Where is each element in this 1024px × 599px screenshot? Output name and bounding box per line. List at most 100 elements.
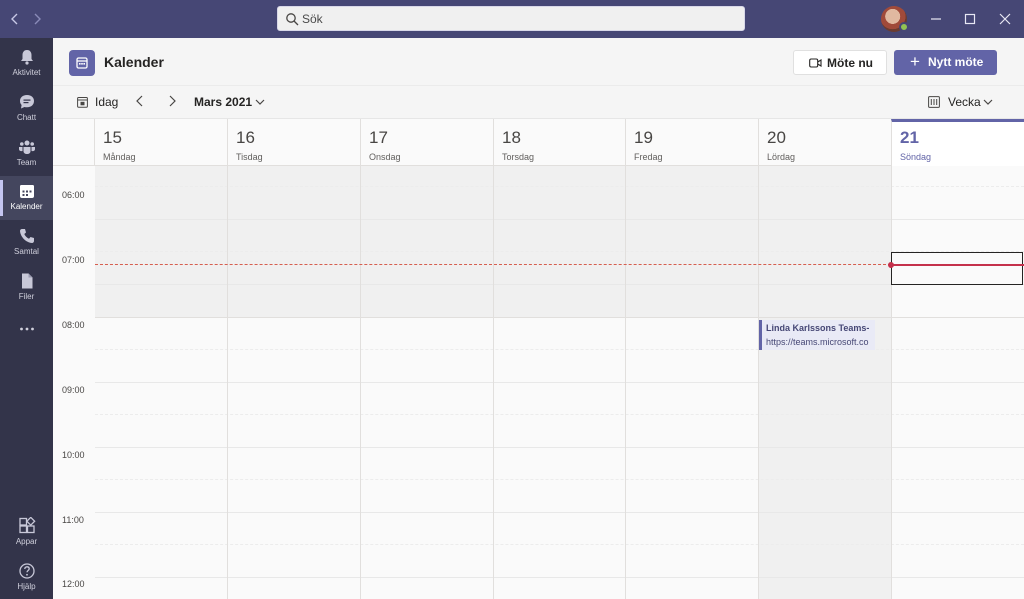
meet-now-label: Möte nu xyxy=(827,56,873,70)
day-column xyxy=(493,166,494,599)
calendar-event[interactable]: Linda Karlssons Teams- https://teams.mic… xyxy=(759,320,875,350)
help-icon xyxy=(18,563,35,579)
search-placeholder: Sök xyxy=(302,12,323,26)
apps-icon xyxy=(18,517,36,534)
day-header-thursday[interactable]: 18 Torsdag xyxy=(493,119,625,166)
selected-time-slot[interactable] xyxy=(891,252,1023,285)
rail-item-help[interactable]: Hjälp xyxy=(0,556,53,599)
grid-line xyxy=(95,349,1024,350)
current-time-line xyxy=(95,264,891,265)
rail-item-label: Chatt xyxy=(16,113,37,122)
page-header: Kalender Möte nu + Nytt möte xyxy=(53,38,1024,85)
week-grid: 15 Måndag 16 Tisdag 17 Onsdag 18 Torsdag… xyxy=(53,118,1024,599)
day-name: Tisdag xyxy=(236,152,263,162)
time-label: 07:00 xyxy=(62,255,85,265)
maximize-icon[interactable] xyxy=(960,9,980,29)
team-icon xyxy=(18,140,35,154)
time-label: 10:00 xyxy=(62,450,85,460)
day-header-tuesday[interactable]: 16 Tisdag xyxy=(227,119,360,166)
time-label: 08:00 xyxy=(62,320,85,330)
day-name: Måndag xyxy=(103,152,136,162)
grid-line xyxy=(95,284,1024,285)
day-column xyxy=(227,166,228,599)
chevron-down-icon[interactable] xyxy=(254,95,266,114)
day-header-monday[interactable]: 15 Måndag xyxy=(94,119,227,166)
rail-item-label: Aktivitet xyxy=(12,68,41,77)
video-camera-icon xyxy=(809,58,822,68)
close-icon[interactable] xyxy=(995,9,1015,29)
rail-item-label: Hjälp xyxy=(17,582,36,591)
time-grid[interactable]: 06:00 07:00 08:00 09:00 10:00 11:00 12:0… xyxy=(53,166,1024,599)
day-column xyxy=(758,166,759,599)
day-number: 19 xyxy=(634,128,653,147)
more-icon xyxy=(19,327,34,331)
day-column xyxy=(891,166,892,599)
day-number: 17 xyxy=(369,128,388,147)
previous-week-icon[interactable] xyxy=(133,93,147,112)
grid-line xyxy=(95,447,1024,448)
day-header-saturday[interactable]: 20 Lördag xyxy=(758,119,891,166)
next-week-icon[interactable] xyxy=(165,93,179,112)
day-column xyxy=(625,166,626,599)
grid-line xyxy=(95,251,1024,252)
title-bar: Sök xyxy=(0,0,1024,38)
grid-line xyxy=(95,382,1024,383)
day-header-wednesday[interactable]: 17 Onsdag xyxy=(360,119,493,166)
minimize-icon[interactable] xyxy=(926,9,946,29)
time-column: 06:00 07:00 08:00 09:00 10:00 11:00 12:0… xyxy=(53,166,95,599)
rail-item-activity[interactable]: Aktivitet xyxy=(0,42,53,86)
more-apps-button[interactable] xyxy=(0,314,53,344)
meet-now-button[interactable]: Möte nu xyxy=(793,50,887,75)
file-icon xyxy=(21,273,32,289)
calendar-icon xyxy=(19,185,34,198)
grid-line xyxy=(95,219,1024,220)
app-rail: Aktivitet Chatt Team Kalender Samtal Fil… xyxy=(0,38,53,599)
month-picker[interactable]: Mars 2021 xyxy=(194,95,252,109)
grid-line xyxy=(95,414,1024,415)
day-header-sunday[interactable]: 21 Söndag xyxy=(891,119,1024,166)
weekend-shading xyxy=(758,317,891,599)
phone-icon xyxy=(19,229,34,243)
rail-item-label: Appar xyxy=(15,537,38,546)
day-name: Torsdag xyxy=(502,152,535,162)
current-time-dot xyxy=(888,262,894,268)
new-meeting-label: Nytt möte xyxy=(928,55,984,69)
rail-item-label: Samtal xyxy=(14,247,39,256)
day-number: 20 xyxy=(767,128,786,147)
bell-icon xyxy=(20,50,33,65)
week-view-icon xyxy=(928,96,940,108)
event-title: Linda Karlssons Teams- xyxy=(766,323,870,333)
time-label: 12:00 xyxy=(62,579,85,589)
grid-line xyxy=(95,479,1024,480)
day-header-friday[interactable]: 19 Fredag xyxy=(625,119,758,166)
day-number: 21 xyxy=(900,128,919,147)
rail-item-teams[interactable]: Team xyxy=(0,132,53,176)
rail-item-chat[interactable]: Chatt xyxy=(0,87,53,131)
chevron-down-icon[interactable] xyxy=(982,95,994,114)
new-meeting-button[interactable]: + Nytt möte xyxy=(894,50,997,75)
plus-icon: + xyxy=(910,52,920,71)
grid-line xyxy=(95,512,1024,513)
grid-line xyxy=(95,544,1024,545)
back-arrow-icon[interactable] xyxy=(5,9,25,29)
rail-item-label: Filer xyxy=(18,292,35,301)
time-label: 11:00 xyxy=(62,515,84,525)
day-name: Onsdag xyxy=(369,152,401,162)
day-name: Söndag xyxy=(900,152,932,162)
calendar-toolbar: Idag Mars 2021 Vecka xyxy=(53,85,1024,118)
view-switcher[interactable]: Vecka xyxy=(948,95,981,109)
time-label: 09:00 xyxy=(62,385,85,395)
rail-item-files[interactable]: Filer xyxy=(0,266,53,310)
day-name: Fredag xyxy=(634,152,663,162)
search-input[interactable]: Sök xyxy=(277,6,745,31)
rail-item-apps[interactable]: Appar xyxy=(0,511,53,555)
rail-item-calendar[interactable]: Kalender xyxy=(0,176,53,220)
time-label: 06:00 xyxy=(62,190,85,200)
grid-line xyxy=(95,577,1024,578)
rail-item-calls[interactable]: Samtal xyxy=(0,221,53,265)
forward-arrow-icon[interactable] xyxy=(27,9,47,29)
calendar-app-icon xyxy=(69,50,95,76)
rail-item-label: Kalender xyxy=(10,202,43,211)
today-button[interactable]: Idag xyxy=(95,95,118,109)
current-time-line-today xyxy=(891,264,1024,266)
